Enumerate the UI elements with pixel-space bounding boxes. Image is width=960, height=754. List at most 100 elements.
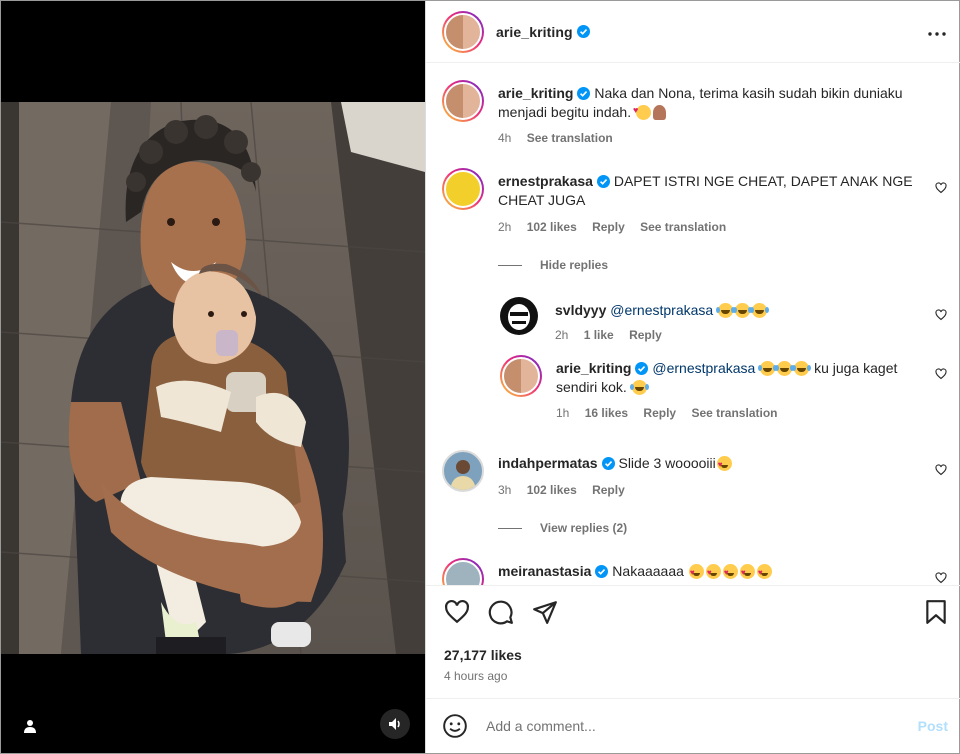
reply-likes[interactable]: 1 like <box>584 328 614 342</box>
likes-count[interactable]: 27,177 likes <box>444 647 522 663</box>
reply-likes[interactable]: 16 likes <box>585 406 628 420</box>
reply-avatar[interactable] <box>500 355 542 397</box>
comment-text: ernestprakasa DAPET ISTRI NGE CHEAT, DAP… <box>498 172 919 210</box>
reply-item: arie_kriting @ernestprakasa ku juga kage… <box>500 355 947 425</box>
reply-text: svldyyy @ernestprakasa <box>555 301 919 320</box>
post-timestamp[interactable]: 4 hours ago <box>444 669 507 683</box>
reply-button[interactable]: Reply <box>592 220 625 234</box>
comment-item: meiranastasia Nakaaaaaa <box>442 558 947 585</box>
post-photo[interactable] <box>1 102 425 654</box>
sound-on-icon[interactable] <box>380 709 410 739</box>
laughing-emoji-icon <box>758 361 776 376</box>
send-icon[interactable] <box>532 599 558 630</box>
comments-list[interactable]: arie_kriting Naka dan Nona, terima kasih… <box>426 64 960 585</box>
comment-meta: 3h 102 likes Reply <box>498 483 637 497</box>
verified-badge-icon <box>595 565 609 578</box>
praying-hands-emoji-icon <box>653 105 666 120</box>
caption-avatar[interactable] <box>442 80 484 122</box>
reply-mention[interactable]: @ernestprakasa <box>610 302 713 318</box>
author-username[interactable]: arie_kriting <box>496 24 573 40</box>
photo-illustration <box>1 102 425 654</box>
translate-link[interactable]: See translation <box>640 220 726 234</box>
heart-icon[interactable] <box>935 182 947 194</box>
reply-avatar[interactable] <box>500 297 538 335</box>
heart-eyes-emoji-icon <box>716 455 732 474</box>
comment-avatar[interactable] <box>442 450 484 492</box>
heart-eyes-emoji-icon <box>756 563 772 582</box>
comment-item: indahpermatas Slide 3 wooooiii 3h 102 li… <box>442 450 947 510</box>
comment-text: indahpermatas Slide 3 wooooiii <box>498 454 919 474</box>
laughing-emoji-icon <box>750 303 768 318</box>
verified-badge-icon <box>596 175 610 188</box>
laughing-emoji-icon <box>775 361 793 376</box>
caption-meta: 4h See translation <box>498 131 625 145</box>
laughing-emoji-icon <box>716 303 734 318</box>
bookmark-icon[interactable] <box>924 599 948 630</box>
replies-toggle-label: Hide replies <box>540 258 609 272</box>
verified-badge-icon <box>576 25 590 38</box>
heart-eyes-emoji-icon <box>688 563 704 582</box>
comment-username[interactable]: indahpermatas <box>498 455 598 471</box>
comment-time: 3h <box>498 483 512 497</box>
comment-meta: 2h 102 likes Reply See translation <box>498 220 738 234</box>
reply-button[interactable]: Reply <box>592 483 625 497</box>
comment-icon[interactable] <box>488 599 514 630</box>
comment-avatar[interactable] <box>442 168 484 210</box>
user-tag-icon[interactable] <box>19 715 41 737</box>
reply-item: svldyyy @ernestprakasa 2h 1 like Reply <box>500 297 947 347</box>
reply-button[interactable]: Reply <box>643 406 676 420</box>
kissing-heart-emoji-icon <box>633 101 651 120</box>
reply-time: 2h <box>555 328 569 342</box>
laughing-emoji-icon <box>792 361 810 376</box>
reply-meta: 2h 1 like Reply <box>555 328 674 342</box>
comment-input[interactable] <box>486 718 918 734</box>
author-avatar[interactable] <box>442 10 484 53</box>
post-comment-button[interactable]: Post <box>918 718 948 734</box>
replies-line-divider <box>498 527 522 529</box>
comment-body: Slide 3 wooooiii <box>618 455 716 471</box>
heart-icon[interactable] <box>444 599 470 630</box>
actions-divider <box>426 585 960 586</box>
comment-item: ernestprakasa DAPET ISTRI NGE CHEAT, DAP… <box>442 168 947 238</box>
view-replies-toggle[interactable]: View replies (2) <box>498 521 627 535</box>
laughing-emoji-icon <box>629 380 647 395</box>
caption-translate-link[interactable]: See translation <box>527 131 613 145</box>
reply-text: arie_kriting @ernestprakasa ku juga kage… <box>556 359 919 397</box>
caption: arie_kriting Naka dan Nona, terima kasih… <box>442 80 947 150</box>
reply-mention[interactable]: @ernestprakasa <box>652 360 755 376</box>
verified-badge-icon <box>577 87 591 100</box>
caption-time: 4h <box>498 131 512 145</box>
comment-avatar[interactable] <box>442 558 484 585</box>
heart-eyes-emoji-icon <box>722 563 738 582</box>
smiley-icon[interactable] <box>442 713 468 739</box>
reply-username[interactable]: svldyyy <box>555 302 606 318</box>
translate-link[interactable]: See translation <box>691 406 777 420</box>
reply-username[interactable]: arie_kriting <box>556 360 631 376</box>
comment-likes[interactable]: 102 likes <box>527 220 577 234</box>
caption-text: arie_kriting Naka dan Nona, terima kasih… <box>498 84 947 122</box>
caption-username[interactable]: arie_kriting <box>498 85 573 101</box>
heart-icon[interactable] <box>935 572 947 584</box>
replies-toggle-label: View replies (2) <box>540 521 628 535</box>
heart-icon[interactable] <box>935 309 947 321</box>
verified-badge-icon <box>601 457 615 470</box>
comment-body: Nakaaaaaa <box>612 563 684 579</box>
heart-eyes-emoji-icon <box>705 563 721 582</box>
comment-username[interactable]: ernestprakasa <box>498 173 593 189</box>
heart-icon[interactable] <box>935 464 947 476</box>
comment-composer: Post <box>426 699 960 753</box>
hide-replies-toggle[interactable]: Hide replies <box>498 258 608 272</box>
post-media[interactable] <box>1 1 425 753</box>
verified-badge-icon <box>635 362 649 375</box>
comment-username[interactable]: meiranastasia <box>498 563 591 579</box>
post-sidebar: arie_kriting arie_kriting Naka dan Nona,… <box>425 1 960 753</box>
reply-time: 1h <box>556 406 570 420</box>
replies-line-divider <box>498 264 522 266</box>
comment-likes[interactable]: 102 likes <box>527 483 577 497</box>
laughing-emoji-icon <box>733 303 751 318</box>
reply-button[interactable]: Reply <box>629 328 662 342</box>
heart-icon[interactable] <box>935 368 947 380</box>
comment-time: 2h <box>498 220 512 234</box>
heart-eyes-emoji-icon <box>739 563 755 582</box>
more-horizontal-icon[interactable] <box>928 23 946 41</box>
